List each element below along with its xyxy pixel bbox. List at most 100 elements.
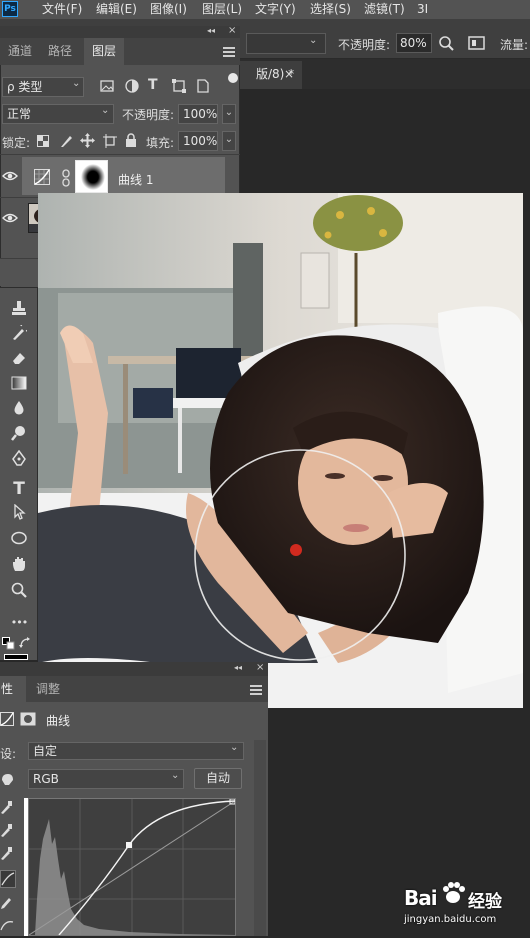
edit-points-icon[interactable] [0,870,16,888]
path-selection-tool-icon[interactable] [8,503,30,526]
chevron-down-icon: ⌄ [101,105,110,116]
clone-stamp-tool-icon[interactable] [8,300,30,322]
preset-value: 自定 [33,744,58,758]
pressure-opacity-icon[interactable] [438,35,454,51]
default-colors-icon[interactable] [2,637,16,651]
panel-menu-icon[interactable] [223,46,235,57]
chevron-down-icon: ⌄ [171,770,180,781]
collapse-icon[interactable]: ◂◂ [207,26,215,35]
targeted-adjust-icon[interactable] [0,772,14,786]
menu-edit[interactable]: 编辑(E) [96,0,137,19]
hand-tool-icon[interactable] [8,556,30,578]
blend-mode-label: 正常 [7,107,32,121]
opacity-label: 不透明度: [338,38,391,52]
watermark-url: jingyan.baidu.com [404,914,497,925]
collapse-icon[interactable]: ◂◂ [234,663,242,672]
curves-adjustment-icon [34,169,50,185]
gradient-tool-icon[interactable] [8,375,30,397]
menu-image[interactable]: 图像(I) [150,0,187,19]
curves-graph[interactable] [28,798,236,936]
auto-button[interactable]: 自动 [194,768,242,789]
tab-layers[interactable]: 图层 [84,38,125,65]
watermark-brand-suffix: 经验 [468,892,502,912]
visibility-eye-icon[interactable] [2,212,18,224]
lock-all-icon[interactable] [125,133,137,147]
photoshop-logo: Ps [2,1,18,17]
eyedropper-gray-icon[interactable] [0,823,12,837]
opacity-slider-button[interactable]: ⌄ [222,104,236,124]
watermark-brand: Bai [404,886,438,910]
blend-mode-dropdown[interactable]: 正常 [2,104,114,124]
filter-toggle-icon[interactable] [228,73,238,83]
panel-menu-icon[interactable] [250,684,262,695]
swap-colors-icon[interactable] [19,637,31,649]
filter-pixel-icon[interactable] [100,80,114,92]
close-tab-icon[interactable]: × [284,67,294,81]
foreground-color-swatch[interactable] [4,654,28,660]
filter-type-icon[interactable]: T [148,77,158,93]
chevron-down-icon: ⌄ [309,35,318,46]
menu-filter[interactable]: 滤镜(T) [364,0,405,19]
properties-scrollbar[interactable] [254,740,266,936]
zoom-tool-icon[interactable] [8,582,30,604]
lock-pixels-icon[interactable] [59,134,73,148]
dodge-tool-icon[interactable] [8,425,30,447]
layer-opacity-input[interactable]: 100% [178,104,218,124]
properties-panel-header [0,662,268,676]
curve-tools-column [0,798,14,936]
filter-kind-label: ρ 类型 [7,80,43,94]
type-tool-icon[interactable]: T [8,478,30,500]
history-brush-tool-icon[interactable] [8,322,30,347]
more-tools-icon[interactable]: ••• [8,612,30,634]
lock-label: 锁定: [2,136,31,150]
filter-shape-icon[interactable] [172,79,186,93]
layer-opacity-label: 不透明度: [122,108,175,122]
document-canvas[interactable] [38,193,523,708]
menu-3d[interactable]: 3I [417,0,428,19]
preset-label: 设: [0,747,17,761]
layers-panel-header [0,26,240,38]
pen-tool-icon[interactable] [8,449,30,472]
layer-mask-thumbnail[interactable] [75,160,108,193]
chevron-down-icon: ⌄ [72,78,81,89]
layer-name-curves[interactable]: 曲线 1 [118,171,153,188]
lock-transparent-icon[interactable] [37,135,49,147]
lock-artboard-icon[interactable] [103,134,117,148]
fill-input[interactable]: 100% [178,131,218,151]
eyedropper-black-icon[interactable] [0,800,12,814]
eyedropper-white-icon[interactable] [0,846,12,860]
smooth-curve-icon[interactable] [0,918,14,932]
divider [0,154,240,155]
visibility-eye-icon[interactable] [2,170,18,182]
close-panel-icon[interactable]: × [256,662,264,673]
lock-position-icon[interactable] [80,133,95,148]
close-panel-icon[interactable]: × [228,25,236,36]
chain-link-icon[interactable] [62,169,70,187]
photo-image [38,193,523,708]
menu-type[interactable]: 文字(Y) [255,0,296,19]
tab-channels[interactable]: 通道 [0,38,40,65]
tab-properties[interactable]: 性 [0,676,26,702]
blur-tool-icon[interactable] [8,400,30,422]
fill-slider-button[interactable]: ⌄ [222,131,236,151]
tab-paths[interactable]: 路径 [40,38,80,65]
opacity-input[interactable]: 80% [396,33,432,53]
channel-dropdown[interactable]: RGB [28,769,184,789]
menu-select[interactable]: 选择(S) [310,0,351,19]
fill-label: 填充: [146,136,175,150]
preset-dropdown[interactable]: 自定 [28,742,244,760]
airbrush-icon[interactable] [468,36,486,50]
tab-adjustments[interactable]: 调整 [36,676,60,702]
mask-icon[interactable] [20,712,36,726]
menu-layer[interactable]: 图层(L) [202,0,242,19]
eraser-tool-icon[interactable] [8,350,30,372]
curves-graph-svg [28,798,236,936]
ellipse-tool-icon[interactable] [8,530,30,552]
channel-value: RGB [33,772,59,786]
menu-file[interactable]: 文件(F) [42,0,82,19]
filter-smart-object-icon[interactable] [197,79,209,93]
baidu-jingyan-watermark: Bai 经验 jingyan.baidu.com [398,878,530,936]
pencil-draw-icon[interactable] [0,896,12,910]
filter-adjustment-icon[interactable] [125,79,139,93]
curves-adjustment-icon [0,712,14,726]
